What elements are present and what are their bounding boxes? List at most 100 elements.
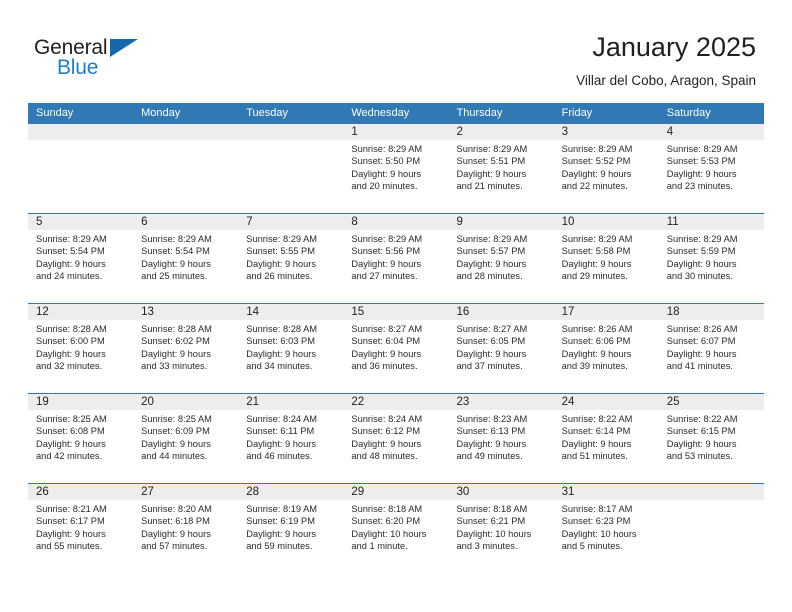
day-of-week-friday: Friday <box>561 107 593 119</box>
daylight-text-cont: and 30 minutes. <box>666 271 733 282</box>
sunrise-text: Sunrise: 8:19 AM <box>246 504 318 514</box>
day-number <box>238 124 344 140</box>
calendar-day-cell-29[interactable]: 29 Sunrise: 8:18 AM Sunset: 6:20 PM Dayligh… <box>343 484 449 573</box>
daylight-text: Daylight: 9 hours <box>246 438 317 449</box>
day-details <box>238 140 343 143</box>
day-details: Sunrise: 8:27 AM Sunset: 6:04 PM Daylight:… <box>343 320 448 373</box>
daylight-text-cont: and 53 minutes. <box>666 451 733 462</box>
calendar-day-cell-16[interactable]: 16 Sunrise: 8:27 AM Sunset: 6:05 PM Dayligh… <box>448 304 554 393</box>
day-details: Sunrise: 8:29 AM Sunset: 5:54 PM Daylight:… <box>28 230 133 283</box>
calendar-day-cell-13[interactable]: 13 Sunrise: 8:28 AM Sunset: 6:02 PM Dayligh… <box>133 304 239 393</box>
calendar-day-cell-14[interactable]: 14 Sunrise: 8:28 AM Sunset: 6:03 PM Dayligh… <box>238 304 344 393</box>
sunset-text: Sunset: 6:05 PM <box>456 336 526 347</box>
day-number: 26 <box>28 484 134 500</box>
daylight-text: Daylight: 9 hours <box>351 168 422 179</box>
daylight-text-cont: and 34 minutes. <box>246 361 313 372</box>
sunrise-text: Sunrise: 8:18 AM <box>351 504 423 514</box>
calendar-day-cell-27[interactable]: 27 Sunrise: 8:20 AM Sunset: 6:18 PM Dayligh… <box>133 484 239 573</box>
calendar-day-cell-6[interactable]: 6 Sunrise: 8:29 AM Sunset: 5:54 PM Daylight… <box>133 214 239 303</box>
day-number: 29 <box>343 484 449 500</box>
sunset-text: Sunset: 5:56 PM <box>351 246 421 257</box>
daylight-text: Daylight: 9 hours <box>456 258 527 269</box>
calendar-day-cell-21[interactable]: 21 Sunrise: 8:24 AM Sunset: 6:11 PM Dayligh… <box>238 394 344 483</box>
calendar-day-cell-2[interactable]: 2 Sunrise: 8:29 AM Sunset: 5:51 PM Daylight… <box>448 124 554 213</box>
calendar-day-cell-9[interactable]: 9 Sunrise: 8:29 AM Sunset: 5:57 PM Daylight… <box>448 214 554 303</box>
sunrise-text: Sunrise: 8:27 AM <box>351 324 423 334</box>
generalblue-logo[interactable]: General Blue <box>34 36 164 84</box>
calendar-day-cell-28[interactable]: 28 Sunrise: 8:19 AM Sunset: 6:19 PM Dayligh… <box>238 484 344 573</box>
calendar-day-cell-15[interactable]: 15 Sunrise: 8:27 AM Sunset: 6:04 PM Dayligh… <box>343 304 449 393</box>
calendar-day-cell-20[interactable]: 20 Sunrise: 8:25 AM Sunset: 6:09 PM Dayligh… <box>133 394 239 483</box>
daylight-text-cont: and 28 minutes. <box>456 271 523 282</box>
sunset-text: Sunset: 6:00 PM <box>36 336 105 347</box>
daylight-text-cont: and 46 minutes. <box>246 451 313 462</box>
calendar-day-cell-30[interactable]: 30 Sunrise: 8:18 AM Sunset: 6:21 PM Dayligh… <box>448 484 554 573</box>
day-number: 27 <box>133 484 239 500</box>
day-details: Sunrise: 8:22 AM Sunset: 6:15 PM Daylight:… <box>659 410 764 463</box>
day-number: 8 <box>343 214 449 230</box>
calendar-day-cell-4[interactable]: 4 Sunrise: 8:29 AM Sunset: 5:53 PM Daylight… <box>658 124 764 213</box>
sunset-text: Sunset: 5:52 PM <box>561 156 631 167</box>
day-details: Sunrise: 8:26 AM Sunset: 6:06 PM Daylight:… <box>554 320 659 373</box>
daylight-text-cont: and 32 minutes. <box>36 361 103 372</box>
calendar-day-cell-22[interactable]: 22 Sunrise: 8:24 AM Sunset: 6:12 PM Dayligh… <box>343 394 449 483</box>
calendar-week-row: 19 Sunrise: 8:25 AM Sunset: 6:08 PM Dayligh… <box>28 393 764 483</box>
day-number: 21 <box>238 394 344 410</box>
day-details <box>28 140 133 143</box>
day-number: 4 <box>658 124 764 140</box>
title-block: January 2025 Villar del Cobo, Aragon, Sp… <box>576 30 756 89</box>
sunset-text: Sunset: 6:20 PM <box>351 516 421 527</box>
daylight-text-cont: and 27 minutes. <box>351 271 418 282</box>
sunrise-text: Sunrise: 8:18 AM <box>456 504 528 514</box>
daylight-text: Daylight: 9 hours <box>36 348 106 359</box>
sunrise-text: Sunrise: 8:26 AM <box>561 324 633 334</box>
daylight-text: Daylight: 9 hours <box>246 348 317 359</box>
sunset-text: Sunset: 5:50 PM <box>351 156 421 167</box>
calendar-day-cell-1[interactable]: 1 Sunrise: 8:29 AM Sunset: 5:50 PM Daylight… <box>343 124 449 213</box>
day-details: Sunrise: 8:29 AM Sunset: 5:51 PM Daylight:… <box>449 140 554 193</box>
sunrise-text: Sunrise: 8:24 AM <box>351 414 423 424</box>
sunrise-text: Sunrise: 8:20 AM <box>141 504 212 514</box>
calendar-day-cell-24[interactable]: 24 Sunrise: 8:22 AM Sunset: 6:14 PM Dayligh… <box>553 394 659 483</box>
calendar-grid: Sunday Monday Tuesday Wednesday Thursday Frid… <box>28 103 764 573</box>
sunset-text: Sunset: 6:06 PM <box>561 336 631 347</box>
sunset-text: Sunset: 6:03 PM <box>246 336 315 347</box>
day-number: 6 <box>133 214 239 230</box>
day-number: 22 <box>343 394 449 410</box>
sunrise-text: Sunrise: 8:29 AM <box>561 234 633 244</box>
calendar-day-cell-18[interactable]: 18 Sunrise: 8:26 AM Sunset: 6:07 PM Dayligh… <box>658 304 764 393</box>
calendar-day-cell-empty <box>238 124 344 213</box>
calendar-day-cell-19[interactable]: 19 Sunrise: 8:25 AM Sunset: 6:08 PM Dayligh… <box>28 394 134 483</box>
day-details: Sunrise: 8:29 AM Sunset: 5:59 PM Daylight:… <box>659 230 764 283</box>
sunrise-text: Sunrise: 8:29 AM <box>561 144 633 154</box>
sunrise-text: Sunrise: 8:22 AM <box>666 414 738 424</box>
day-number: 11 <box>658 214 764 230</box>
sunset-text: Sunset: 6:09 PM <box>141 426 210 437</box>
day-number: 30 <box>448 484 554 500</box>
calendar-day-cell-3[interactable]: 3 Sunrise: 8:29 AM Sunset: 5:52 PM Daylight… <box>553 124 659 213</box>
day-details: Sunrise: 8:25 AM Sunset: 6:08 PM Daylight:… <box>28 410 133 463</box>
calendar-day-cell-10[interactable]: 10 Sunrise: 8:29 AM Sunset: 5:58 PM Dayligh… <box>553 214 659 303</box>
triangle-icon <box>110 39 138 57</box>
calendar-day-cell-12[interactable]: 12 Sunrise: 8:28 AM Sunset: 6:00 PM Dayligh… <box>28 304 134 393</box>
day-number: 25 <box>658 394 764 410</box>
calendar-day-cell-31[interactable]: 31 Sunrise: 8:17 AM Sunset: 6:23 PM Dayligh… <box>553 484 659 573</box>
day-of-week-monday: Monday <box>141 107 181 119</box>
calendar-day-cell-8[interactable]: 8 Sunrise: 8:29 AM Sunset: 5:56 PM Daylight… <box>343 214 449 303</box>
calendar-day-cell-25[interactable]: 25 Sunrise: 8:22 AM Sunset: 6:15 PM Dayligh… <box>658 394 764 483</box>
calendar-day-cell-7[interactable]: 7 Sunrise: 8:29 AM Sunset: 5:55 PM Daylight… <box>238 214 344 303</box>
sunset-text: Sunset: 6:15 PM <box>666 426 736 437</box>
calendar-day-cell-11[interactable]: 11 Sunrise: 8:29 AM Sunset: 5:59 PM Dayligh… <box>658 214 764 303</box>
sunrise-text: Sunrise: 8:22 AM <box>561 414 633 424</box>
daylight-text-cont: and 33 minutes. <box>141 361 208 372</box>
daylight-text: Daylight: 9 hours <box>246 258 317 269</box>
calendar-day-cell-17[interactable]: 17 Sunrise: 8:26 AM Sunset: 6:06 PM Dayligh… <box>553 304 659 393</box>
day-number: 1 <box>343 124 449 140</box>
daylight-text-cont: and 1 minute. <box>351 541 408 552</box>
calendar-day-cell-5[interactable]: 5 Sunrise: 8:29 AM Sunset: 5:54 PM Daylight… <box>28 214 134 303</box>
daylight-text-cont: and 59 minutes. <box>246 541 313 552</box>
day-number: 28 <box>238 484 344 500</box>
calendar-day-cell-23[interactable]: 23 Sunrise: 8:23 AM Sunset: 6:13 PM Dayligh… <box>448 394 554 483</box>
day-number <box>658 484 764 500</box>
calendar-day-cell-26[interactable]: 26 Sunrise: 8:21 AM Sunset: 6:17 PM Dayligh… <box>28 484 134 573</box>
